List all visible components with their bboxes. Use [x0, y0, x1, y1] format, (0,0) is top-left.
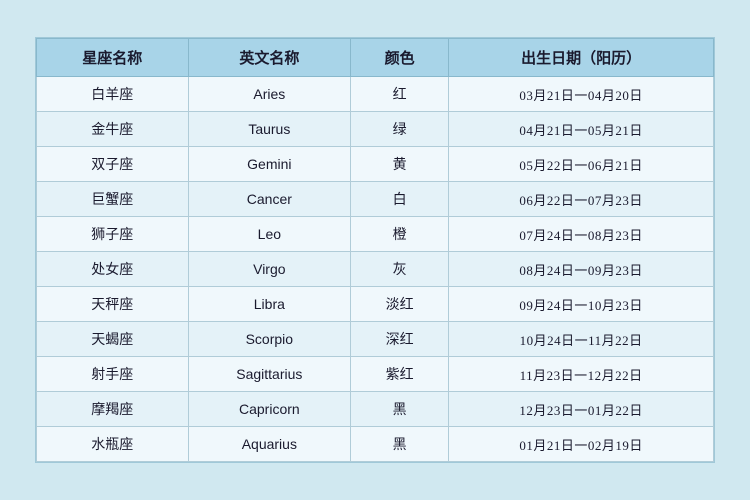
cell-r10-c3: 01月21日一02月19日 [449, 427, 714, 462]
cell-r9-c1: Capricorn [188, 392, 351, 427]
zodiac-table-container: 星座名称英文名称颜色出生日期（阳历） 白羊座Aries红03月21日一04月20… [35, 37, 715, 463]
table-body: 白羊座Aries红03月21日一04月20日金牛座Taurus绿04月21日一0… [37, 77, 714, 462]
table-row: 摩羯座Capricorn黑12月23日一01月22日 [37, 392, 714, 427]
cell-r3-c0: 巨蟹座 [37, 182, 189, 217]
cell-r10-c1: Aquarius [188, 427, 351, 462]
zodiac-table: 星座名称英文名称颜色出生日期（阳历） 白羊座Aries红03月21日一04月20… [36, 38, 714, 462]
cell-r7-c0: 天蝎座 [37, 322, 189, 357]
table-row: 巨蟹座Cancer白06月22日一07月23日 [37, 182, 714, 217]
cell-r9-c3: 12月23日一01月22日 [449, 392, 714, 427]
cell-r9-c0: 摩羯座 [37, 392, 189, 427]
cell-r3-c2: 白 [351, 182, 449, 217]
table-row: 狮子座Leo橙07月24日一08月23日 [37, 217, 714, 252]
cell-r0-c3: 03月21日一04月20日 [449, 77, 714, 112]
cell-r1-c2: 绿 [351, 112, 449, 147]
cell-r5-c1: Virgo [188, 252, 351, 287]
header-col-3: 出生日期（阳历） [449, 39, 714, 77]
cell-r7-c3: 10月24日一11月22日 [449, 322, 714, 357]
cell-r5-c2: 灰 [351, 252, 449, 287]
table-row: 金牛座Taurus绿04月21日一05月21日 [37, 112, 714, 147]
table-row: 白羊座Aries红03月21日一04月20日 [37, 77, 714, 112]
table-row: 水瓶座Aquarius黑01月21日一02月19日 [37, 427, 714, 462]
cell-r5-c0: 处女座 [37, 252, 189, 287]
cell-r2-c0: 双子座 [37, 147, 189, 182]
cell-r6-c0: 天秤座 [37, 287, 189, 322]
cell-r1-c1: Taurus [188, 112, 351, 147]
cell-r1-c3: 04月21日一05月21日 [449, 112, 714, 147]
table-header-row: 星座名称英文名称颜色出生日期（阳历） [37, 39, 714, 77]
cell-r7-c1: Scorpio [188, 322, 351, 357]
cell-r2-c2: 黄 [351, 147, 449, 182]
cell-r9-c2: 黑 [351, 392, 449, 427]
table-row: 处女座Virgo灰08月24日一09月23日 [37, 252, 714, 287]
cell-r8-c3: 11月23日一12月22日 [449, 357, 714, 392]
cell-r4-c2: 橙 [351, 217, 449, 252]
cell-r4-c1: Leo [188, 217, 351, 252]
header-col-1: 英文名称 [188, 39, 351, 77]
table-row: 射手座Sagittarius紫红11月23日一12月22日 [37, 357, 714, 392]
cell-r10-c0: 水瓶座 [37, 427, 189, 462]
cell-r0-c0: 白羊座 [37, 77, 189, 112]
table-row: 天秤座Libra淡红09月24日一10月23日 [37, 287, 714, 322]
cell-r8-c1: Sagittarius [188, 357, 351, 392]
cell-r7-c2: 深红 [351, 322, 449, 357]
table-row: 天蝎座Scorpio深红10月24日一11月22日 [37, 322, 714, 357]
cell-r0-c1: Aries [188, 77, 351, 112]
table-row: 双子座Gemini黄05月22日一06月21日 [37, 147, 714, 182]
cell-r1-c0: 金牛座 [37, 112, 189, 147]
cell-r8-c2: 紫红 [351, 357, 449, 392]
cell-r3-c3: 06月22日一07月23日 [449, 182, 714, 217]
header-col-2: 颜色 [351, 39, 449, 77]
cell-r2-c3: 05月22日一06月21日 [449, 147, 714, 182]
cell-r4-c0: 狮子座 [37, 217, 189, 252]
cell-r6-c1: Libra [188, 287, 351, 322]
cell-r3-c1: Cancer [188, 182, 351, 217]
cell-r10-c2: 黑 [351, 427, 449, 462]
cell-r2-c1: Gemini [188, 147, 351, 182]
cell-r8-c0: 射手座 [37, 357, 189, 392]
cell-r5-c3: 08月24日一09月23日 [449, 252, 714, 287]
cell-r6-c3: 09月24日一10月23日 [449, 287, 714, 322]
cell-r6-c2: 淡红 [351, 287, 449, 322]
cell-r4-c3: 07月24日一08月23日 [449, 217, 714, 252]
cell-r0-c2: 红 [351, 77, 449, 112]
header-col-0: 星座名称 [37, 39, 189, 77]
